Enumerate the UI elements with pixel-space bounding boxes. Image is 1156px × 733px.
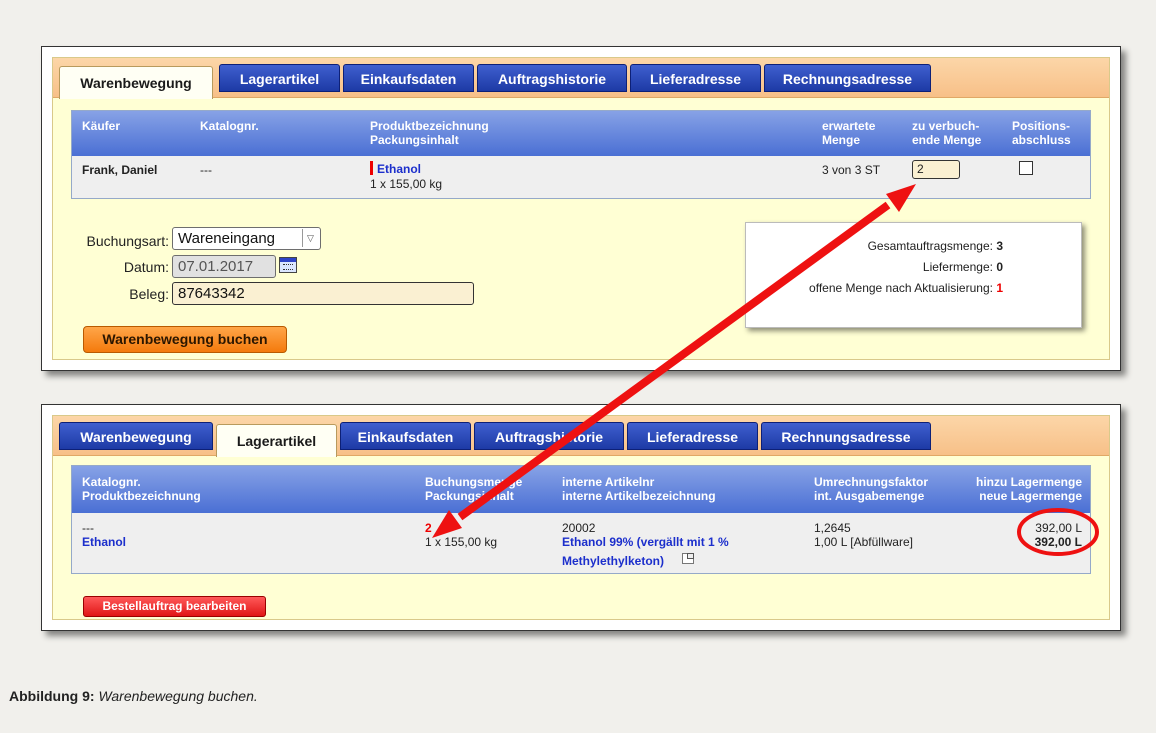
liefermenge-line: Liefermenge: 0: [922, 260, 1003, 274]
tab-lieferadresse[interactable]: Lieferadresse: [630, 64, 761, 92]
tab-lagerartikel[interactable]: Lagerartikel: [216, 424, 337, 457]
tab-bar: Warenbewegung Lagerartikel Einkaufsdaten…: [53, 58, 1109, 99]
cell-packungsinhalt: 1 x 155,00 kg: [370, 177, 443, 191]
header-produktbezeichnung: Produktbezeichnung: [370, 119, 489, 133]
header-menge: Menge: [822, 133, 861, 147]
cell-produkt-link[interactable]: Ethanol: [82, 535, 126, 549]
tab-auftragshistorie[interactable]: Auftragshistorie: [474, 422, 624, 450]
header-zu-verbuchende: zu verbuch-: [912, 119, 980, 133]
cell-buchungsmenge: 2: [425, 521, 432, 535]
header-ende-menge: ende Menge: [912, 133, 982, 147]
cell-katalognr: ---: [200, 163, 212, 177]
positionsabschluss-checkbox[interactable]: [1019, 161, 1033, 175]
buchungsart-value: Wareneingang: [178, 230, 276, 247]
external-link-icon[interactable]: [682, 553, 694, 564]
header-interne-artikelnr: interne Artikelnr: [562, 475, 655, 489]
cell-produkt-link[interactable]: Ethanol: [377, 162, 421, 176]
header-erwartete: erwartete: [822, 119, 876, 133]
panel-content: Warenbewegung Lagerartikel Einkaufsdaten…: [52, 57, 1110, 360]
beleg-label: Beleg:: [129, 286, 169, 302]
buchungsart-label: Buchungsart:: [86, 233, 170, 249]
cell-packungsinhalt: 1 x 155,00 kg: [425, 535, 498, 549]
cell-interne-artikelnr: 20002: [562, 521, 596, 535]
tab-lieferadresse[interactable]: Lieferadresse: [627, 422, 758, 450]
header-buchungsmenge: Buchungsmenge: [425, 475, 523, 489]
cell-kaeufer: Frank, Daniel: [82, 163, 158, 177]
header-packungsinhalt: Packungsinhalt: [425, 489, 514, 503]
calendar-icon[interactable]: [279, 257, 297, 273]
tab-lagerartikel[interactable]: Lagerartikel: [219, 64, 340, 92]
header-produktbezeichnung: Produktbezeichnung: [82, 489, 201, 503]
datum-field[interactable]: 07.01.2017: [172, 255, 276, 278]
bestellauftrag-bearbeiten-button[interactable]: Bestellauftrag bearbeiten: [83, 596, 266, 617]
header-umrechnungsfaktor: Umrechnungsfaktor: [814, 475, 929, 489]
datum-label: Datum:: [123, 259, 169, 275]
header-katalognr: Katalognr.: [200, 119, 259, 133]
header-hinzu-lagermenge: hinzu Lagermenge: [975, 475, 1082, 489]
header-abschluss: abschluss: [1012, 133, 1071, 147]
tab-bar: Warenbewegung Lagerartikel Einkaufsdaten…: [53, 416, 1109, 457]
order-position-table: Käufer Katalognr. Produktbezeichnung Pac…: [71, 110, 1091, 199]
cell-hinzu-lagermenge: 392,00 L: [1035, 521, 1082, 535]
cell-bezeichnung-link-cont[interactable]: Methylethylketon): [562, 554, 664, 568]
tab-einkaufsdaten[interactable]: Einkaufsdaten: [340, 422, 471, 450]
cell-neue-lagermenge: 392,00 L: [1034, 535, 1082, 549]
buchungsart-select[interactable]: Wareneingang ▽: [172, 227, 321, 250]
offene-menge-line: offene Menge nach Aktualisierung: 1: [809, 281, 1003, 295]
figure-caption: Abbildung 9: Warenbewegung buchen.: [9, 688, 258, 704]
panel-content: Warenbewegung Lagerartikel Einkaufsdaten…: [52, 415, 1110, 620]
cell-umrechnungsfaktor: 1,2645: [814, 521, 851, 535]
table-row: --- Ethanol 2 1 x 155,00 kg 20002 Ethano…: [72, 513, 1090, 573]
table-row: Frank, Daniel --- Ethanol 1 x 155,00 kg …: [72, 156, 1090, 198]
warenbewegung-panel: Warenbewegung Lagerartikel Einkaufsdaten…: [41, 46, 1121, 371]
header-packungsinhalt: Packungsinhalt: [370, 133, 459, 147]
header-neue-lagermenge: neue Lagermenge: [979, 489, 1082, 503]
tab-rechnungsadresse[interactable]: Rechnungsadresse: [761, 422, 931, 450]
cell-erwartete-menge: 3 von 3 ST: [822, 163, 881, 177]
menge-info-popup: Gesamtauftragsmenge: 3 Liefermenge: 0 of…: [745, 222, 1082, 328]
cell-ausgabemenge: 1,00 L [Abfüllware]: [814, 535, 913, 549]
caption-text: Warenbewegung buchen.: [98, 688, 258, 704]
header-positions: Positions-: [1012, 119, 1071, 133]
tab-warenbewegung[interactable]: Warenbewegung: [59, 422, 213, 450]
cell-bezeichnung-link[interactable]: Ethanol 99% (vergällt mit 1 %: [562, 535, 729, 549]
cell-katalognr: ---: [82, 521, 94, 535]
table-header: Katalognr. Produktbezeichnung Buchungsme…: [72, 466, 1090, 513]
table-header: Käufer Katalognr. Produktbezeichnung Pac…: [72, 111, 1090, 156]
header-ausgabemenge: int. Ausgabemenge: [814, 489, 925, 503]
lagerartikel-panel: Warenbewegung Lagerartikel Einkaufsdaten…: [41, 404, 1121, 631]
header-katalognr: Katalognr.: [82, 475, 141, 489]
tab-warenbewegung[interactable]: Warenbewegung: [59, 66, 213, 99]
chevron-down-icon[interactable]: ▽: [302, 229, 318, 247]
caption-label: Abbildung 9:: [9, 688, 95, 704]
gesamtauftragsmenge-line: Gesamtauftragsmenge: 3: [867, 239, 1003, 253]
header-kaeufer: Käufer: [82, 119, 121, 133]
beleg-input[interactable]: 87643342: [172, 282, 474, 305]
header-interne-bezeichnung: interne Artikelbezeichnung: [562, 489, 716, 503]
status-marker: [370, 161, 373, 175]
warenbewegung-buchen-button[interactable]: Warenbewegung buchen: [83, 326, 287, 353]
quantity-input[interactable]: 2: [912, 160, 960, 179]
lagerartikel-table: Katalognr. Produktbezeichnung Buchungsme…: [71, 465, 1091, 574]
tab-auftragshistorie[interactable]: Auftragshistorie: [477, 64, 627, 92]
tab-rechnungsadresse[interactable]: Rechnungsadresse: [764, 64, 931, 92]
tab-einkaufsdaten[interactable]: Einkaufsdaten: [343, 64, 474, 92]
